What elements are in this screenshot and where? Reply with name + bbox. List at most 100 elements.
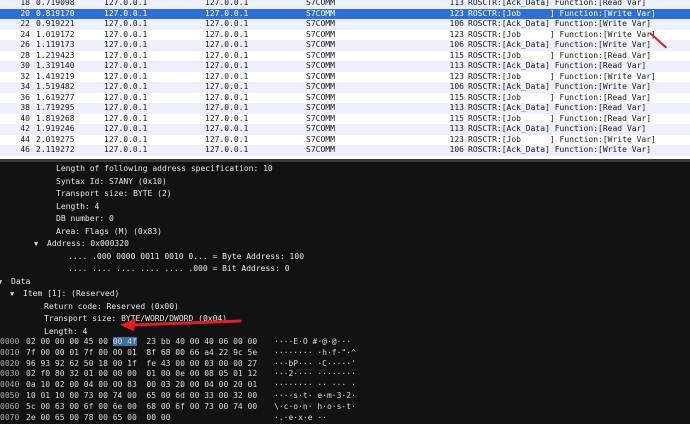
detail-text: Syntax Id: S7ANY (0x10) xyxy=(56,176,167,186)
packet-source: 127.0.0.1 xyxy=(104,8,148,18)
expand-triangle-icon[interactable]: ▼ xyxy=(0,276,2,289)
packet-number: 20 xyxy=(20,8,30,18)
hex-bytes[interactable]: 02 00 00 00 45 00 00 4f 23 bb 40 00 40 0… xyxy=(26,337,257,348)
hex-bytes[interactable]: 0a 10 02 00 04 00 00 83 00 03 20 00 04 0… xyxy=(26,380,257,391)
detail-row[interactable]: Area: Flags (M) (0x83) xyxy=(0,226,690,239)
hex-bytes-text: 96 93 92 62 50 18 00 1f fe 43 00 00 03 0… xyxy=(26,358,258,368)
hex-bytes-text: 0a 10 02 00 04 00 00 83 00 03 20 00 04 0… xyxy=(26,380,258,390)
packet-number: 34 xyxy=(20,82,30,91)
packet-info: ROSCTR:[Ack_Data] Function:[Read Var] xyxy=(468,103,647,112)
packet-destination: 127.0.0.1 xyxy=(205,71,249,81)
packet-source: 127.0.0.1 xyxy=(104,0,148,7)
detail-text: Length: 4 xyxy=(44,326,88,336)
detail-row[interactable]: ▼ Data xyxy=(0,276,690,289)
hex-row: 0020 96 93 92 62 50 18 00 1f fe 43 00 00 … xyxy=(0,359,690,370)
packet-number: 44 xyxy=(20,134,30,144)
hex-offset: 0020 xyxy=(0,358,20,368)
packet-row[interactable]: 38 1.719295 127.0.0.1 127.0.0.1 S7COMM 113 ROS… xyxy=(0,103,690,114)
packet-row[interactable]: 28 1.219423 127.0.0.1 127.0.0.1 S7COMM 115 ROS… xyxy=(0,50,690,61)
packet-length: 106 xyxy=(449,145,464,154)
expand-triangle-icon[interactable]: ▼ xyxy=(34,238,38,251)
packet-info: ROSCTR:[Job ] Function:[Write Var] xyxy=(468,8,656,18)
detail-row[interactable]: ▼ Address: 0x000320 xyxy=(0,238,690,251)
ascii-text[interactable]: ···2···· ········ xyxy=(274,369,356,380)
packet-row[interactable]: 32 1.419219 127.0.0.1 127.0.0.1 S7COMM 123 ROS… xyxy=(0,71,690,82)
expand-triangle-icon[interactable]: ▼ xyxy=(10,288,14,301)
detail-text: Length of following address specificatio… xyxy=(56,164,273,173)
ascii-text[interactable]: ···bP··· ·C·····' xyxy=(274,359,356,370)
ascii-text[interactable]: \·c·o·n· h·o·s·t· xyxy=(274,402,356,413)
detail-row[interactable]: Length: 4 xyxy=(0,201,690,214)
detail-row[interactable]: .... .... .... .... .... .000 = Bit Addr… xyxy=(0,263,690,276)
packet-source: 127.0.0.1 xyxy=(104,103,148,112)
packet-number: 26 xyxy=(20,40,30,49)
packet-length: 123 xyxy=(449,134,464,144)
packet-destination: 127.0.0.1 xyxy=(205,145,249,154)
packet-info: ROSCTR:[Job ] Function:[Read Var] xyxy=(468,92,652,102)
packet-info: ROSCTR:[Job ] Function:[Read Var] xyxy=(468,113,652,123)
ascii-text[interactable]: ·.·e·x·e ·· xyxy=(274,413,327,424)
packet-destination: 127.0.0.1 xyxy=(205,0,249,7)
hex-bytes[interactable]: 5c 00 63 00 6f 00 6e 00 68 00 6f 00 73 0… xyxy=(26,402,257,413)
hex-bytes-text: 02 00 00 00 45 00 xyxy=(26,337,113,346)
packet-destination: 127.0.0.1 xyxy=(205,124,249,133)
packet-protocol: S7COMM xyxy=(306,8,335,18)
detail-row[interactable]: Transport size: BYTE/WORD/DWORD (0x04) xyxy=(0,313,690,326)
detail-row[interactable]: Length of following address specificatio… xyxy=(0,163,690,176)
packet-row[interactable]: 42 1.919246 127.0.0.1 127.0.0.1 S7COMM 113 ROS… xyxy=(0,124,690,135)
detail-row[interactable]: Length: 4 xyxy=(0,326,690,337)
hex-bytes-highlight: 00 4f xyxy=(112,337,137,346)
detail-row[interactable]: Syntax Id: S7ANY (0x10) xyxy=(0,176,690,189)
detail-text: Item [1]: (Reserved) xyxy=(23,289,120,298)
detail-text: Address: 0x000320 xyxy=(47,239,129,248)
hex-bytes[interactable]: 10 01 10 00 73 00 74 00 65 00 6d 00 33 0… xyxy=(26,391,257,402)
hex-bytes[interactable]: 7f 00 00 01 7f 00 00 01 8f 68 00 66 a4 2… xyxy=(26,348,257,359)
packet-protocol: S7COMM xyxy=(306,82,335,91)
packet-row[interactable]: 26 1.119173 127.0.0.1 127.0.0.1 S7COMM 106 ROS… xyxy=(0,40,690,51)
hex-bytes[interactable]: 02 f0 80 32 01 00 00 00 01 00 0e 00 08 0… xyxy=(26,369,257,380)
hex-row: 0070 2e 00 65 00 78 00 65 00 00 00 ·.·e·x·… xyxy=(0,413,690,424)
packet-protocol: S7COMM xyxy=(306,50,335,60)
packet-row[interactable]: 46 2.119272 127.0.0.1 127.0.0.1 S7COMM 106 ROS… xyxy=(0,145,690,156)
ascii-text[interactable]: ········ ·· ··· · xyxy=(274,380,356,391)
packet-row[interactable]: 40 1.819268 127.0.0.1 127.0.0.1 S7COMM 115 ROS… xyxy=(0,113,690,124)
packet-row[interactable]: 30 1.319140 127.0.0.1 127.0.0.1 S7COMM 113 ROS… xyxy=(0,61,690,72)
hex-bytes[interactable]: 96 93 92 62 50 18 00 1f fe 43 00 00 03 0… xyxy=(26,359,257,370)
detail-row[interactable]: DB number: 0 xyxy=(0,213,690,226)
packet-row[interactable]: 34 1.519482 127.0.0.1 127.0.0.1 S7COMM 106 ROS… xyxy=(0,82,690,93)
ascii-text[interactable]: ····s·t· e·m·3·2· xyxy=(274,391,356,402)
hex-offset: 0060 xyxy=(0,401,20,411)
packet-info: ROSCTR:[Job ] Function:[Write Var] xyxy=(468,134,656,144)
packet-row[interactable]: 24 1.019172 127.0.0.1 127.0.0.1 S7COMM 123 ROS… xyxy=(0,29,690,40)
ascii-text[interactable]: ········ ·h·f·"·^ xyxy=(274,348,356,359)
hex-bytes[interactable]: 2e 00 65 00 78 00 65 00 00 00 xyxy=(26,413,171,424)
detail-row[interactable]: Return code: Reserved (0x00) xyxy=(0,301,690,314)
detail-row[interactable]: ▼ Item [1]: (Reserved) xyxy=(0,288,690,301)
packet-row[interactable]: 36 1.619277 127.0.0.1 127.0.0.1 S7COMM 115 ROS… xyxy=(0,92,690,103)
packet-time: 1.119173 xyxy=(36,40,75,49)
detail-row[interactable]: .... .000 0000 0011 0010 0... = Byte Add… xyxy=(0,251,690,264)
packet-number: 36 xyxy=(20,92,30,102)
packet-source: 127.0.0.1 xyxy=(104,82,148,91)
packet-list: 18 0.719098 127.0.0.1 127.0.0.1 S7COMM 113 ROS… xyxy=(0,0,690,160)
hex-bytes-text: 10 01 10 00 73 00 74 00 65 00 6d 00 33 0… xyxy=(26,391,258,400)
packet-protocol: S7COMM xyxy=(306,29,335,39)
detail-text: Transport size: BYTE (2) xyxy=(56,189,172,198)
packet-row[interactable]: 22 0.919221 127.0.0.1 127.0.0.1 S7COMM 106 ROS… xyxy=(0,19,690,30)
packet-number: 38 xyxy=(20,103,30,112)
packet-time: 1.419219 xyxy=(36,71,75,81)
packet-number: 42 xyxy=(20,124,30,133)
packet-row[interactable]: 18 0.719098 127.0.0.1 127.0.0.1 S7COMM 113 ROS… xyxy=(0,0,690,9)
detail-row[interactable]: Transport size: BYTE (2) xyxy=(0,188,690,201)
ascii-text[interactable]: ····E·O #·@·@··· xyxy=(274,337,351,348)
hex-row: 0060 5c 00 63 00 6f 00 6e 00 68 00 6f 00 … xyxy=(0,402,690,413)
packet-time: 1.519482 xyxy=(36,82,75,91)
packet-row[interactable]: 44 2.019275 127.0.0.1 127.0.0.1 S7COMM 123 ROS… xyxy=(0,134,690,145)
hex-row: 0010 7f 00 00 01 7f 00 00 01 8f 68 00 66 … xyxy=(0,348,690,359)
packet-time: 0.819170 xyxy=(36,8,75,18)
packet-row-selected[interactable]: 20 0.819170 127.0.0.1 127.0.0.1 S7COMM 123 ROS… xyxy=(0,8,690,19)
packet-destination: 127.0.0.1 xyxy=(205,50,249,60)
packet-destination: 127.0.0.1 xyxy=(205,113,249,123)
packet-number: 46 xyxy=(20,145,30,154)
hex-offset: 0000 xyxy=(0,337,20,346)
